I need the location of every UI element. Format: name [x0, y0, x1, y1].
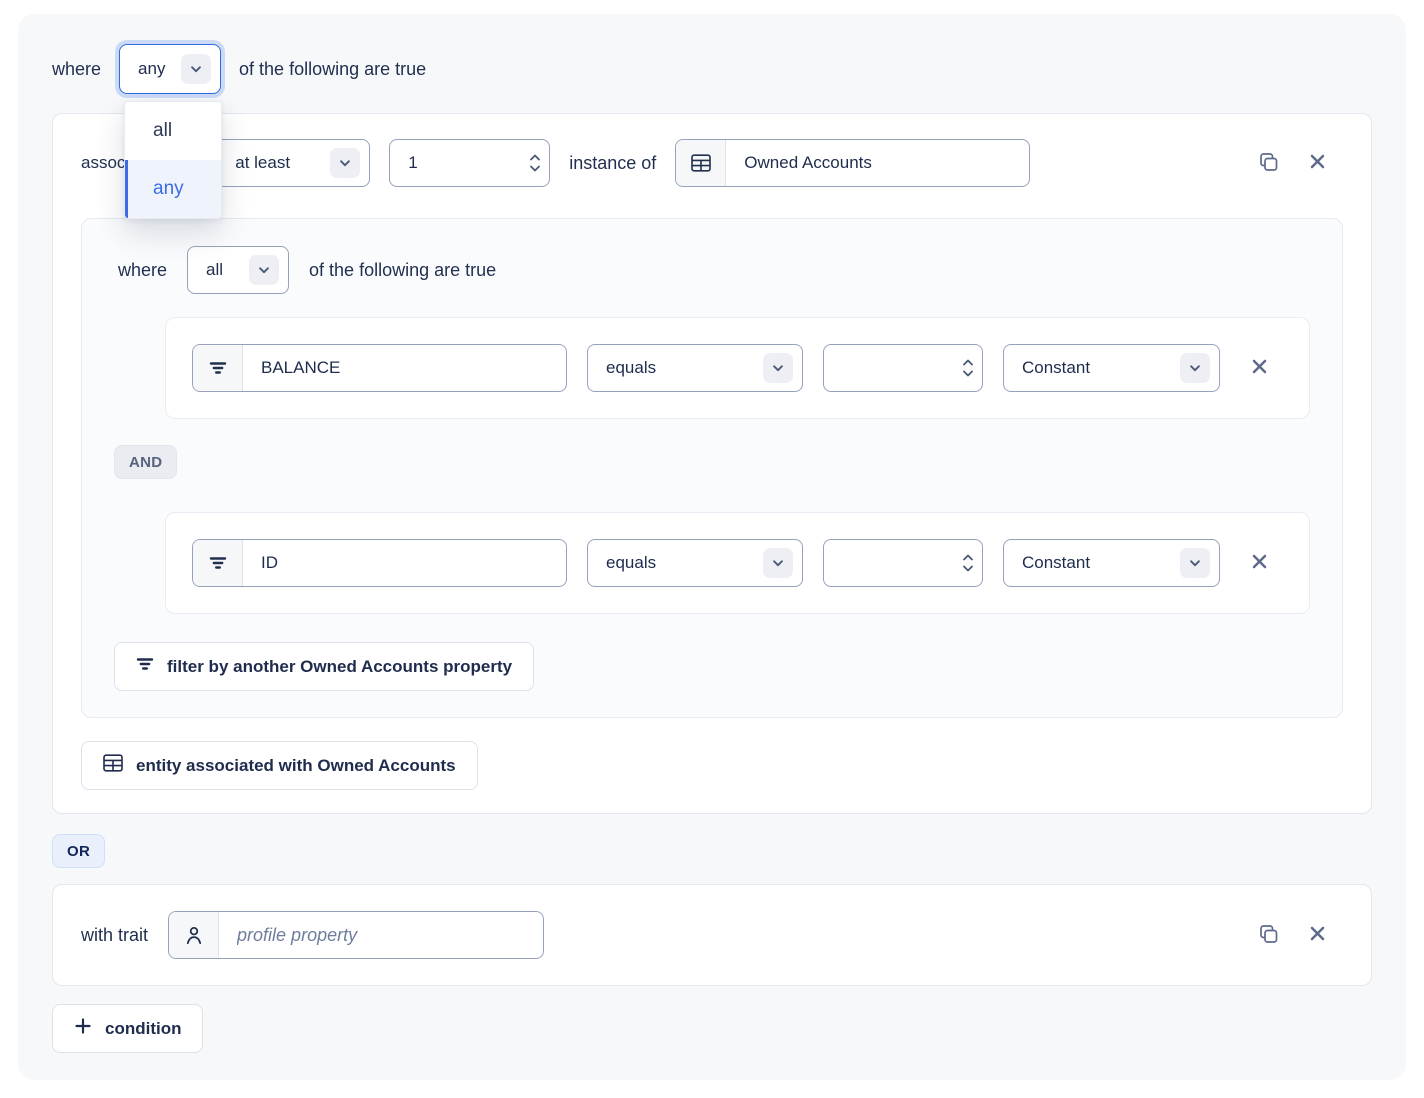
audience-builder-panel: where any all any of the following are t… — [18, 14, 1406, 1080]
value-input[interactable] — [824, 345, 982, 391]
close-icon — [1308, 924, 1327, 946]
condition-row: BALANCE equals Constant — [165, 317, 1310, 419]
stepper-up-icon[interactable] — [963, 555, 973, 561]
value-type: Constant — [1022, 553, 1090, 573]
condition-row: ID equals Constant — [165, 512, 1310, 614]
chevron-down-icon — [249, 255, 279, 285]
entity-select[interactable]: Owned Accounts — [675, 139, 1030, 187]
property-select[interactable]: BALANCE — [192, 344, 567, 392]
copy-button[interactable] — [1257, 151, 1279, 176]
match-suffix-label: of the following are true — [239, 59, 426, 80]
or-connector-badge: OR — [52, 834, 105, 868]
copy-button[interactable] — [1257, 923, 1279, 948]
property-select[interactable]: ID — [192, 539, 567, 587]
value-type: Constant — [1022, 358, 1090, 378]
root-match-select[interactable]: any — [119, 44, 221, 94]
add-property-filter-button[interactable]: filter by another Owned Accounts propert… — [114, 642, 534, 691]
plus-icon — [74, 1017, 92, 1040]
menu-item-any[interactable]: any — [125, 160, 221, 218]
where-label: where — [118, 260, 167, 281]
value-input[interactable] — [824, 540, 982, 586]
operator-value: equals — [606, 553, 656, 573]
with-trait-label: with trait — [81, 925, 148, 946]
operator-select[interactable]: equals — [587, 539, 803, 587]
table-icon — [103, 754, 123, 777]
add-condition-label: condition — [105, 1019, 181, 1039]
property-name: ID — [243, 540, 566, 586]
value-type-select[interactable]: Constant — [1003, 344, 1220, 392]
quantifier-select[interactable]: at least — [216, 139, 370, 187]
instance-of-label: instance of — [569, 153, 656, 174]
menu-item-all[interactable]: all — [125, 102, 221, 160]
chevron-down-icon — [763, 548, 793, 578]
nested-match-select[interactable]: all — [187, 246, 289, 294]
card-actions — [1257, 151, 1343, 176]
card-actions — [1257, 923, 1343, 948]
trait-property-field — [168, 911, 544, 959]
remove-filter-button[interactable] — [1250, 552, 1269, 574]
quantifier-value: at least — [235, 153, 290, 173]
entity-name: Owned Accounts — [726, 140, 1029, 186]
remove-filter-button[interactable] — [1250, 357, 1269, 379]
stepper-down-icon[interactable] — [963, 371, 973, 377]
entity-associated-button[interactable]: entity associated with Owned Accounts — [81, 741, 478, 790]
association-condition-card: associated with at least instance of — [52, 113, 1372, 814]
and-connector-row: AND — [114, 419, 1310, 512]
add-condition-button[interactable]: condition — [52, 1004, 203, 1053]
or-connector-row: OR — [52, 814, 1372, 868]
instance-count-input[interactable] — [390, 140, 549, 186]
chevron-down-icon — [181, 54, 211, 84]
entity-associated-label: entity associated with Owned Accounts — [136, 756, 456, 776]
stepper-down-icon[interactable] — [963, 566, 973, 572]
and-connector-badge: AND — [114, 445, 177, 479]
root-match-value: any — [138, 59, 165, 79]
copy-icon — [1257, 151, 1279, 176]
operator-select[interactable]: equals — [587, 344, 803, 392]
value-stepper — [963, 555, 973, 572]
table-icon — [676, 140, 726, 186]
instance-count-box — [389, 139, 550, 187]
chevron-down-icon — [330, 148, 360, 178]
stepper-up-icon[interactable] — [530, 155, 540, 161]
remove-condition-button[interactable] — [1308, 152, 1327, 174]
filter-icon — [193, 540, 243, 586]
copy-icon — [1257, 923, 1279, 948]
chevron-down-icon — [1180, 548, 1210, 578]
root-match-row: where any all any of the following are t… — [52, 44, 1372, 94]
stepper-up-icon[interactable] — [963, 360, 973, 366]
value-type-select[interactable]: Constant — [1003, 539, 1220, 587]
nested-match-row: where all of the following are true — [118, 246, 1310, 294]
nested-filter-group: where all of the following are true BALA… — [81, 218, 1343, 718]
trait-property-input[interactable] — [219, 925, 543, 946]
close-icon — [1250, 357, 1269, 379]
stepper-down-icon[interactable] — [530, 166, 540, 172]
match-dropdown-menu: all any — [124, 101, 222, 219]
match-suffix-label: of the following are true — [309, 260, 496, 281]
association-row: associated with at least instance of — [81, 139, 1343, 187]
property-name: BALANCE — [243, 345, 566, 391]
chevron-down-icon — [763, 353, 793, 383]
chevron-down-icon — [1180, 353, 1210, 383]
close-icon — [1250, 552, 1269, 574]
operator-value: equals — [606, 358, 656, 378]
count-stepper — [530, 155, 540, 172]
value-box — [823, 344, 983, 392]
where-label: where — [52, 59, 101, 80]
value-stepper — [963, 360, 973, 377]
match-dropdown-wrap: any all any — [119, 44, 221, 94]
remove-condition-button[interactable] — [1308, 924, 1327, 946]
filter-icon — [193, 345, 243, 391]
add-property-filter-label: filter by another Owned Accounts propert… — [167, 657, 512, 677]
value-box — [823, 539, 983, 587]
close-icon — [1308, 152, 1327, 174]
trait-condition-card: with trait — [52, 884, 1372, 986]
filter-icon — [136, 656, 154, 677]
nested-match-value: all — [206, 260, 223, 280]
person-icon — [169, 912, 219, 958]
